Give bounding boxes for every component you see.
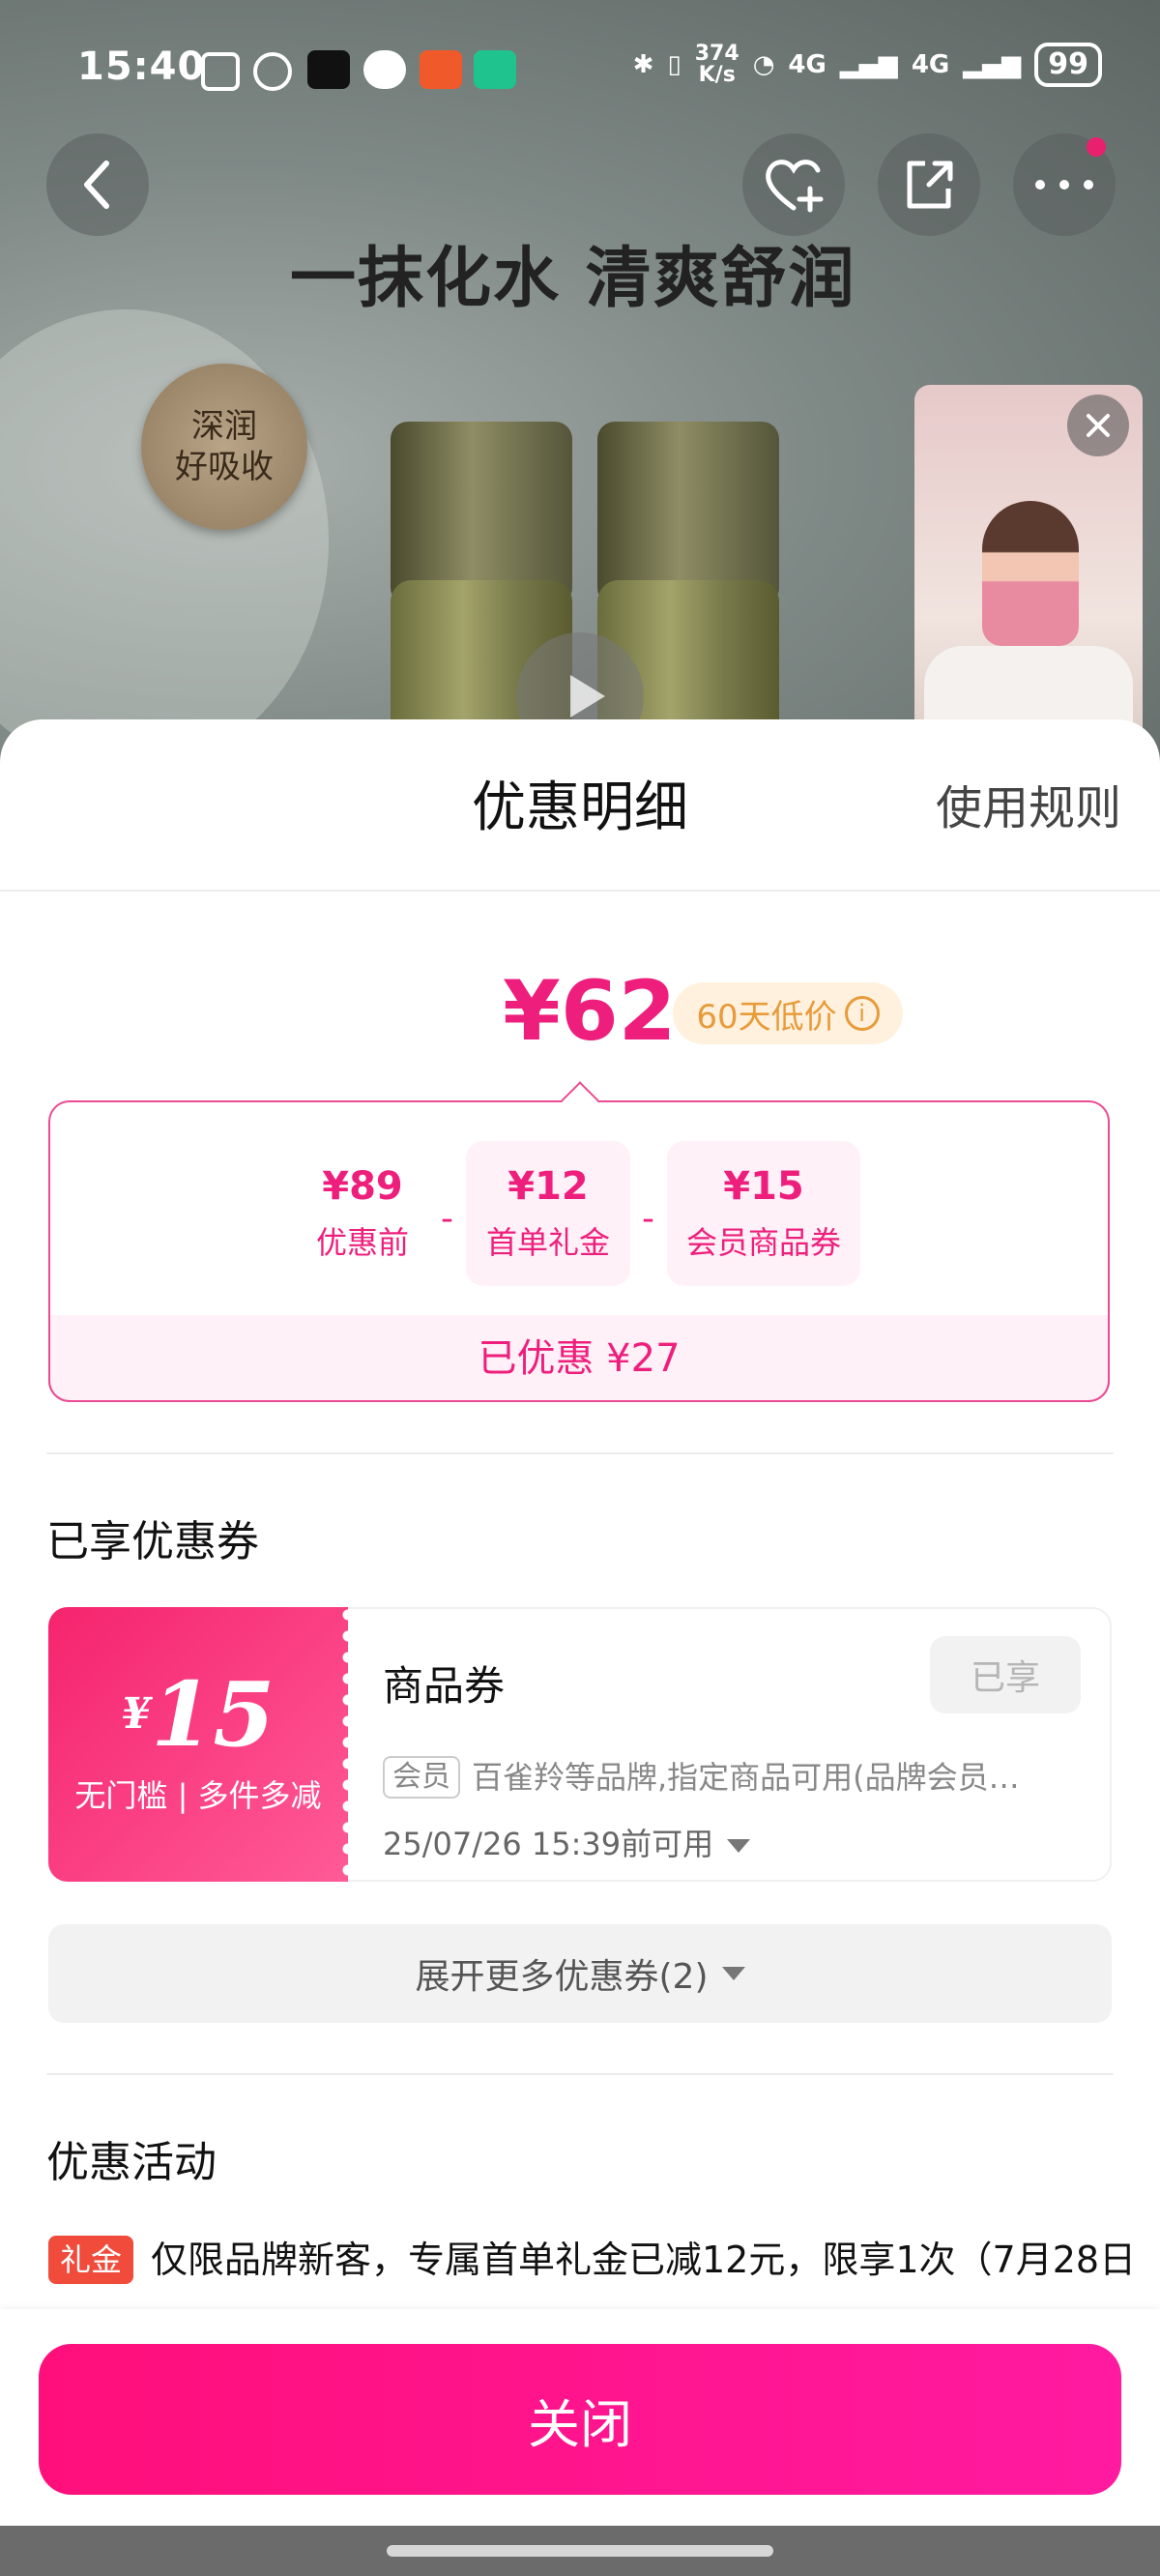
chevron-down-icon: [721, 1967, 745, 1980]
back-arrow-icon: [84, 161, 109, 209]
vibrate-icon: ▯: [667, 50, 682, 79]
banner-badge: 深润 好吸收: [141, 364, 307, 530]
more-dots-icon: [1035, 180, 1093, 190]
breakdown-label: 优惠前: [315, 1224, 409, 1261]
back-button[interactable]: [46, 133, 149, 236]
app-green-icon: [474, 50, 516, 89]
coupon-name: 商品券: [383, 1662, 506, 1710]
coupon-validity: 25/07/26 15:39前可用: [383, 1826, 714, 1862]
low-price-tag[interactable]: 60天低价 i: [673, 982, 903, 1044]
activities-section-title: 优惠活动: [46, 2138, 217, 2187]
status-bar: 15:40 ✱ ▯ 374 K/s ◔ 4G ▂▄▆ 4G ▂▄▆ 99: [0, 0, 1160, 116]
alarm-icon: [253, 52, 292, 91]
notification-dot: [1087, 137, 1106, 157]
net-speed: 374 K/s: [694, 42, 740, 87]
coupon-status-badge: 已享: [930, 1636, 1081, 1713]
battery-level: 99: [1034, 43, 1102, 87]
banner-title: 一抹化水 清爽舒润: [290, 241, 856, 317]
member-tag: 会员: [383, 1756, 460, 1799]
wifi-icon: ◔: [752, 50, 775, 79]
info-icon: i: [844, 996, 880, 1031]
section-divider: [46, 1452, 1114, 1454]
low-price-label: 60天低价: [696, 997, 837, 1037]
bottle-cap-right: [597, 422, 779, 605]
signal-1: 4G: [788, 50, 826, 79]
breakdown-value: ¥89: [322, 1164, 403, 1209]
minus-sign: -: [642, 1199, 654, 1239]
expand-label: 展开更多优惠券(2): [415, 1957, 709, 1997]
bottle-cap-left: [391, 422, 572, 605]
saved-amount: 已优惠 ¥27: [48, 1315, 1110, 1402]
coupon-validity-toggle[interactable]: 25/07/26 15:39前可用: [383, 1820, 751, 1864]
expand-more-coupons-button[interactable]: 展开更多优惠券(2): [48, 1924, 1112, 2023]
share-button[interactable]: [878, 133, 980, 236]
home-indicator[interactable]: [387, 2545, 773, 2557]
close-button[interactable]: 关闭: [39, 2344, 1121, 2495]
minus-sign: -: [441, 1199, 453, 1239]
header-divider: [0, 890, 1160, 892]
nfc-icon: [201, 52, 240, 91]
app-orange-icon: [420, 50, 462, 89]
breakdown-member-coupon: ¥15 会员商品券: [667, 1141, 860, 1286]
coupon-description: 百雀羚等品牌,指定商品可用(品牌会员…: [472, 1759, 1020, 1796]
signal-bars-2-icon: ▂▄▆: [963, 50, 1022, 79]
gift-tag: 礼金: [48, 2236, 134, 2284]
section-divider: [46, 2073, 1114, 2075]
final-price: ¥62: [503, 963, 677, 1060]
wechat-icon: [363, 50, 406, 89]
leaf-decoration: [0, 309, 329, 774]
coupon-perforation: [340, 1607, 356, 1882]
breakdown-label: 会员商品券: [685, 1224, 841, 1261]
usage-rules-link[interactable]: 使用规则: [936, 770, 1121, 837]
breakdown-first-order-gift: ¥12 首单礼金: [466, 1141, 630, 1286]
video-presenter-image: [982, 501, 1079, 646]
coupon-condition: 无门槛 | 多件多减: [74, 1777, 322, 1814]
coupon-currency: ¥: [121, 1689, 152, 1739]
coupons-section-title: 已享优惠券: [46, 1517, 259, 1566]
status-time: 15:40: [77, 44, 206, 89]
video-close-icon[interactable]: [1067, 395, 1129, 456]
signal-bars-1-icon: ▂▄▆: [839, 50, 898, 79]
app-dewu-icon: [307, 50, 350, 89]
breakdown-value: ¥15: [723, 1164, 804, 1209]
activity-text: 仅限品牌新客，专属首单礼金已减12元，限享1次（7月28日: [151, 2239, 1137, 2281]
heart-plus-icon: [766, 160, 824, 213]
breakdown-value: ¥12: [508, 1164, 589, 1209]
breakdown-label: 首单礼金: [485, 1224, 610, 1261]
coupon-amount: 15: [151, 1662, 276, 1767]
signal-2: 4G: [911, 50, 950, 79]
chevron-down-icon: [727, 1839, 751, 1853]
share-icon: [907, 161, 953, 209]
breakdown-original: ¥89 优惠前: [280, 1141, 445, 1286]
badge-line2: 好吸收: [175, 448, 274, 486]
badge-line1: 深润: [191, 407, 257, 446]
favorite-button[interactable]: [742, 133, 845, 236]
bluetooth-icon: ✱: [632, 50, 654, 79]
coupon-amount-panel: ¥15 无门槛 | 多件多减: [48, 1607, 348, 1882]
